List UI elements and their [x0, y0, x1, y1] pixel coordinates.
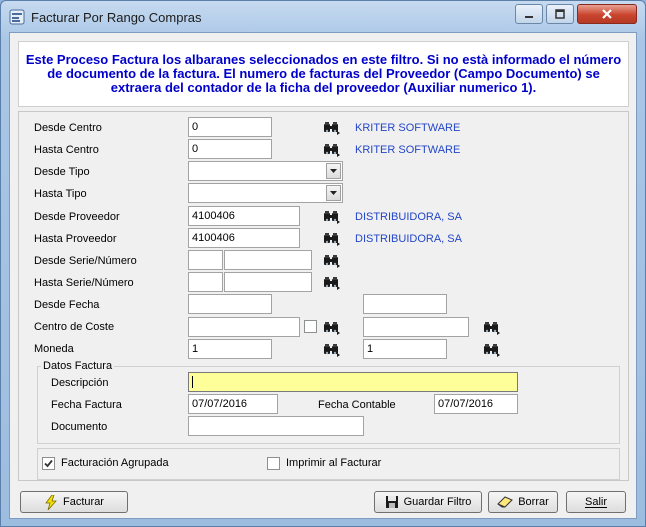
title-bar[interactable]: Facturar Por Rango Compras [1, 1, 645, 33]
hasta-centro-link[interactable]: KRITER SOFTWARE [355, 144, 460, 156]
documento-label: Documento [51, 421, 108, 433]
binoculars-icon[interactable] [323, 232, 341, 246]
fecha-factura-input[interactable]: 07/07/2016 [188, 394, 278, 414]
desde-proveedor-label: Desde Proveedor [34, 211, 120, 223]
window-title: Facturar Por Rango Compras [31, 10, 202, 25]
binoculars-icon[interactable] [323, 276, 341, 290]
guardar-filtro-button[interactable]: Guardar Filtro [374, 491, 482, 513]
close-button[interactable] [577, 4, 637, 24]
desde-centro-link[interactable]: KRITER SOFTWARE [355, 122, 460, 134]
binoculars-icon[interactable] [323, 121, 341, 135]
app-icon [9, 9, 25, 25]
binoculars-icon[interactable] [323, 254, 341, 268]
hasta-serie-label: Hasta Serie/Número [34, 277, 134, 289]
text-cursor [192, 376, 193, 388]
guardar-filtro-label: Guardar Filtro [403, 496, 472, 508]
desde-centro-input[interactable]: 0 [188, 117, 272, 137]
moneda-label: Moneda [34, 343, 74, 355]
chevron-down-icon [330, 191, 337, 195]
binoculars-icon[interactable] [483, 343, 501, 357]
binoculars-icon[interactable] [323, 343, 341, 357]
binoculars-icon[interactable] [483, 321, 501, 335]
centro-coste-input[interactable] [188, 317, 300, 337]
dialog-body: Este Proceso Factura los albaranes selec… [9, 32, 637, 519]
minimize-icon [525, 16, 533, 18]
agrupada-label[interactable]: Facturación Agrupada [61, 457, 169, 469]
info-text: Este Proceso Factura los albaranes selec… [25, 52, 622, 95]
save-icon [385, 496, 398, 508]
app-window: Facturar Por Rango Compras Este Proceso … [0, 0, 646, 527]
moneda-input-2[interactable]: 1 [363, 339, 447, 359]
descripcion-input[interactable] [188, 372, 518, 392]
maximize-icon [555, 9, 565, 19]
fecha-contable-label: Fecha Contable [318, 399, 396, 411]
imprimir-label[interactable]: Imprimir al Facturar [286, 457, 381, 469]
lightning-icon [45, 494, 57, 510]
hasta-centro-label: Hasta Centro [34, 144, 99, 156]
maximize-button[interactable] [546, 4, 574, 24]
binoculars-icon[interactable] [323, 210, 341, 224]
fecha-contable-input[interactable]: 07/07/2016 [434, 394, 518, 414]
desde-tipo-select[interactable] [188, 161, 343, 181]
desde-serie-input[interactable] [188, 250, 223, 270]
hasta-tipo-select[interactable] [188, 183, 343, 203]
hasta-proveedor-label: Hasta Proveedor [34, 233, 117, 245]
desde-numero-input[interactable] [224, 250, 312, 270]
dropdown-button[interactable] [326, 185, 341, 201]
desde-fecha-label: Desde Fecha [34, 299, 100, 311]
desde-tipo-label: Desde Tipo [34, 166, 90, 178]
info-header: Este Proceso Factura los albaranes selec… [18, 41, 629, 107]
eraser-icon [497, 496, 514, 508]
desde-proveedor-link[interactable]: DISTRIBUIDORA, SA [355, 211, 462, 223]
desde-serie-label: Desde Serie/Número [34, 255, 137, 267]
centro-coste-input-2[interactable] [363, 317, 469, 337]
hasta-fecha-input[interactable] [363, 294, 447, 314]
hasta-tipo-label: Hasta Tipo [34, 188, 87, 200]
hasta-serie-input[interactable] [188, 272, 223, 292]
close-icon [602, 9, 612, 19]
desde-fecha-input[interactable] [188, 294, 272, 314]
hasta-centro-input[interactable]: 0 [188, 139, 272, 159]
fecha-factura-label: Fecha Factura [51, 399, 122, 411]
centro-coste-label: Centro de Coste [34, 321, 115, 333]
binoculars-icon[interactable] [323, 321, 341, 335]
binoculars-icon[interactable] [323, 143, 341, 157]
dropdown-button[interactable] [326, 163, 341, 179]
minimize-button[interactable] [515, 4, 543, 24]
agrupada-checkbox[interactable] [42, 457, 55, 470]
documento-input[interactable] [188, 416, 364, 436]
hasta-proveedor-input[interactable]: 4100406 [188, 228, 300, 248]
imprimir-checkbox[interactable] [267, 457, 280, 470]
desde-centro-label: Desde Centro [34, 122, 102, 134]
facturar-button-label: Facturar [63, 496, 104, 508]
chevron-down-icon [330, 169, 337, 173]
salir-label: Salir [584, 496, 607, 508]
hasta-numero-input[interactable] [224, 272, 312, 292]
salir-button[interactable]: Salir [566, 491, 626, 513]
desde-proveedor-input[interactable]: 4100406 [188, 206, 300, 226]
facturar-button[interactable]: Facturar [20, 491, 128, 513]
borrar-button[interactable]: Borrar [488, 491, 558, 513]
moneda-input[interactable]: 1 [188, 339, 272, 359]
centro-coste-checkbox[interactable] [304, 320, 317, 333]
datos-factura-title: Datos Factura [41, 360, 115, 372]
hasta-proveedor-link[interactable]: DISTRIBUIDORA, SA [355, 233, 462, 245]
descripcion-label: Descripción [51, 377, 109, 389]
checkmark-icon [44, 459, 53, 468]
borrar-label: Borrar [518, 496, 549, 508]
